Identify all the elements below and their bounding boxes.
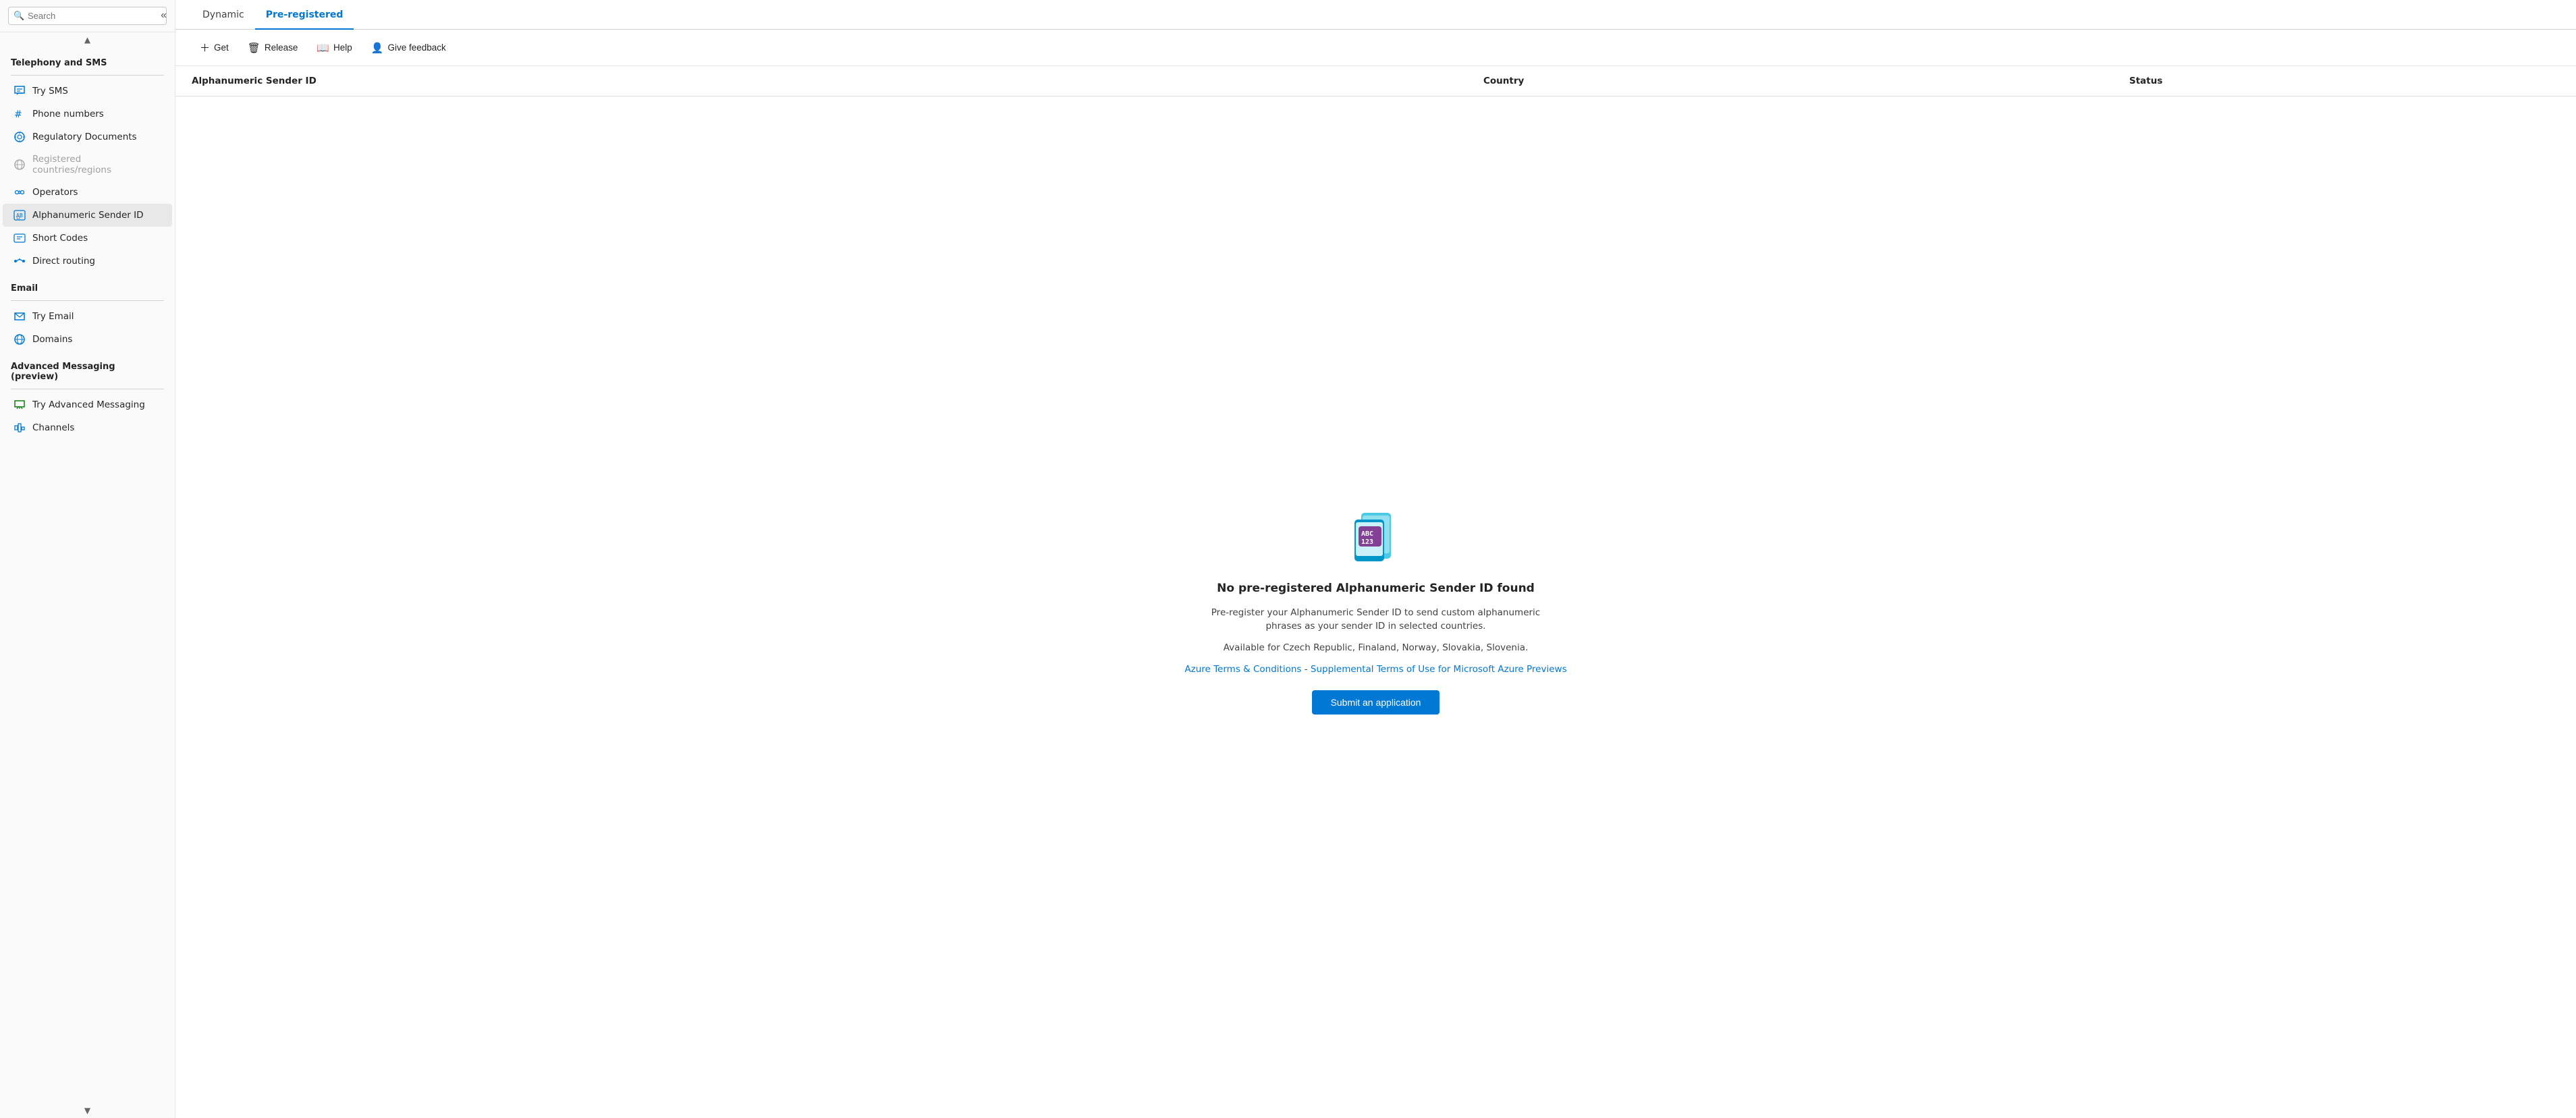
domains-icon — [13, 333, 26, 345]
sidebar-item-label-alphanumeric-sender-id: Alphanumeric Sender ID — [32, 210, 144, 221]
feedback-button-label: Give feedback — [388, 43, 446, 53]
direct-routing-icon — [13, 255, 26, 267]
svg-text:12: 12 — [16, 217, 20, 221]
tab-dynamic[interactable]: Dynamic — [192, 0, 255, 30]
sidebar-content: Telephony and SMS Try SMS # Phone number… — [0, 47, 175, 1103]
sidebar-item-try-email[interactable]: Try Email — [3, 305, 172, 328]
sidebar-item-label-try-advanced-messaging: Try Advanced Messaging — [32, 399, 145, 410]
table-header: Alphanumeric Sender ID Country Status — [175, 66, 2576, 96]
sidebar-item-short-codes[interactable]: Short Codes — [3, 227, 172, 250]
sidebar-item-label-try-email: Try Email — [32, 311, 74, 322]
section-divider-email — [11, 300, 164, 301]
scroll-down-arrow[interactable]: ▼ — [0, 1103, 175, 1118]
try-sms-icon — [13, 85, 26, 97]
sidebar-item-label-regulatory-documents: Regulatory Documents — [32, 132, 137, 142]
main-content: Dynamic Pre-registered ＋ Get 🗑 Release 📖… — [175, 0, 2576, 1118]
col-header-sender-id: Alphanumeric Sender ID — [192, 76, 1483, 86]
help-button-label: Help — [333, 43, 352, 53]
search-input-wrap: 🔍 — [8, 7, 167, 25]
channels-icon — [13, 422, 26, 434]
try-email-icon — [13, 310, 26, 323]
section-header-advanced-messaging: Advanced Messaging (preview) — [0, 351, 175, 386]
sidebar-item-registered-countries: Registered countries/regions — [3, 148, 172, 181]
tab-pre-registered[interactable]: Pre-registered — [255, 0, 354, 30]
empty-state-links: Azure Terms & Conditions - Supplemental … — [1184, 663, 1566, 676]
sidebar-item-label-operators: Operators — [32, 187, 78, 198]
section-header-telephony: Telephony and SMS — [0, 47, 175, 72]
get-button[interactable]: ＋ Get — [192, 36, 237, 59]
feedback-button[interactable]: 👤 Give feedback — [363, 38, 454, 58]
registered-countries-icon — [13, 159, 26, 171]
release-icon: 🗑 — [248, 42, 261, 54]
short-codes-icon — [13, 232, 26, 244]
release-button[interactable]: 🗑 Release — [240, 38, 306, 58]
section-header-email: Email — [0, 273, 175, 298]
sidebar-item-channels[interactable]: Channels — [3, 416, 172, 439]
feedback-icon: 👤 — [371, 42, 384, 54]
sidebar-item-operators[interactable]: Operators — [3, 181, 172, 204]
empty-state-title: No pre-registered Alphanumeric Sender ID… — [1217, 582, 1535, 595]
get-button-label: Get — [214, 43, 229, 53]
sidebar-item-direct-routing[interactable]: Direct routing — [3, 250, 172, 273]
submit-application-button[interactable]: Submit an application — [1312, 690, 1440, 715]
section-divider-telephony — [11, 75, 164, 76]
alphanumeric-sender-id-icon: AB 12 — [13, 209, 26, 221]
regulatory-documents-icon — [13, 131, 26, 143]
svg-text:ABC: ABC — [1361, 530, 1373, 538]
sidebar-item-label-phone-numbers: Phone numbers — [32, 109, 104, 119]
links-separator: - — [1305, 664, 1311, 675]
try-advanced-messaging-icon — [13, 399, 26, 411]
get-icon: ＋ — [200, 40, 210, 55]
scroll-up-arrow[interactable]: ▲ — [0, 32, 175, 47]
sidebar-item-try-sms[interactable]: Try SMS — [3, 80, 172, 103]
sidebar-item-label-try-sms: Try SMS — [32, 86, 68, 96]
sidebar-item-label-direct-routing: Direct routing — [32, 256, 95, 267]
help-icon: 📖 — [317, 42, 329, 54]
empty-state: ABC 123 No pre-registered Alphanumeric S… — [175, 96, 2576, 1118]
sidebar-item-phone-numbers[interactable]: # Phone numbers — [3, 103, 172, 125]
sidebar-item-regulatory-documents[interactable]: Regulatory Documents — [3, 125, 172, 148]
help-button[interactable]: 📖 Help — [308, 38, 360, 58]
empty-state-countries: Available for Czech Republic, Finaland, … — [1224, 641, 1529, 654]
sidebar-item-alphanumeric-sender-id[interactable]: AB 12 Alphanumeric Sender ID — [3, 204, 172, 227]
sidebar-item-domains[interactable]: Domains — [3, 328, 172, 351]
empty-state-description: Pre-register your Alphanumeric Sender ID… — [1201, 606, 1552, 634]
sidebar-search-container: 🔍 « — [0, 0, 175, 32]
col-header-status: Status — [2129, 76, 2560, 86]
sidebar: 🔍 « ▲ Telephony and SMS Try SMS # — [0, 0, 175, 1118]
toolbar: ＋ Get 🗑 Release 📖 Help 👤 Give feedback — [175, 30, 2576, 66]
sidebar-item-label-registered-countries: Registered countries/regions — [32, 154, 161, 175]
supplemental-terms-link[interactable]: Supplemental Terms of Use for Microsoft … — [1311, 664, 1567, 675]
svg-text:#: # — [14, 109, 22, 120]
svg-text:123: 123 — [1361, 538, 1373, 546]
operators-icon — [13, 186, 26, 198]
col-header-country: Country — [1483, 76, 2129, 86]
release-button-label: Release — [265, 43, 298, 53]
phone-numbers-icon: # — [13, 108, 26, 120]
sidebar-item-try-advanced-messaging[interactable]: Try Advanced Messaging — [3, 393, 172, 416]
sidebar-item-label-short-codes: Short Codes — [32, 233, 88, 244]
tabs-bar: Dynamic Pre-registered — [175, 0, 2576, 30]
collapse-sidebar-button[interactable]: « — [158, 8, 169, 23]
empty-state-illustration: ABC 123 — [1342, 501, 1410, 568]
sidebar-item-label-domains: Domains — [32, 334, 72, 345]
sidebar-item-label-channels: Channels — [32, 422, 74, 433]
search-input[interactable] — [8, 7, 167, 25]
azure-terms-link[interactable]: Azure Terms & Conditions — [1184, 664, 1301, 675]
